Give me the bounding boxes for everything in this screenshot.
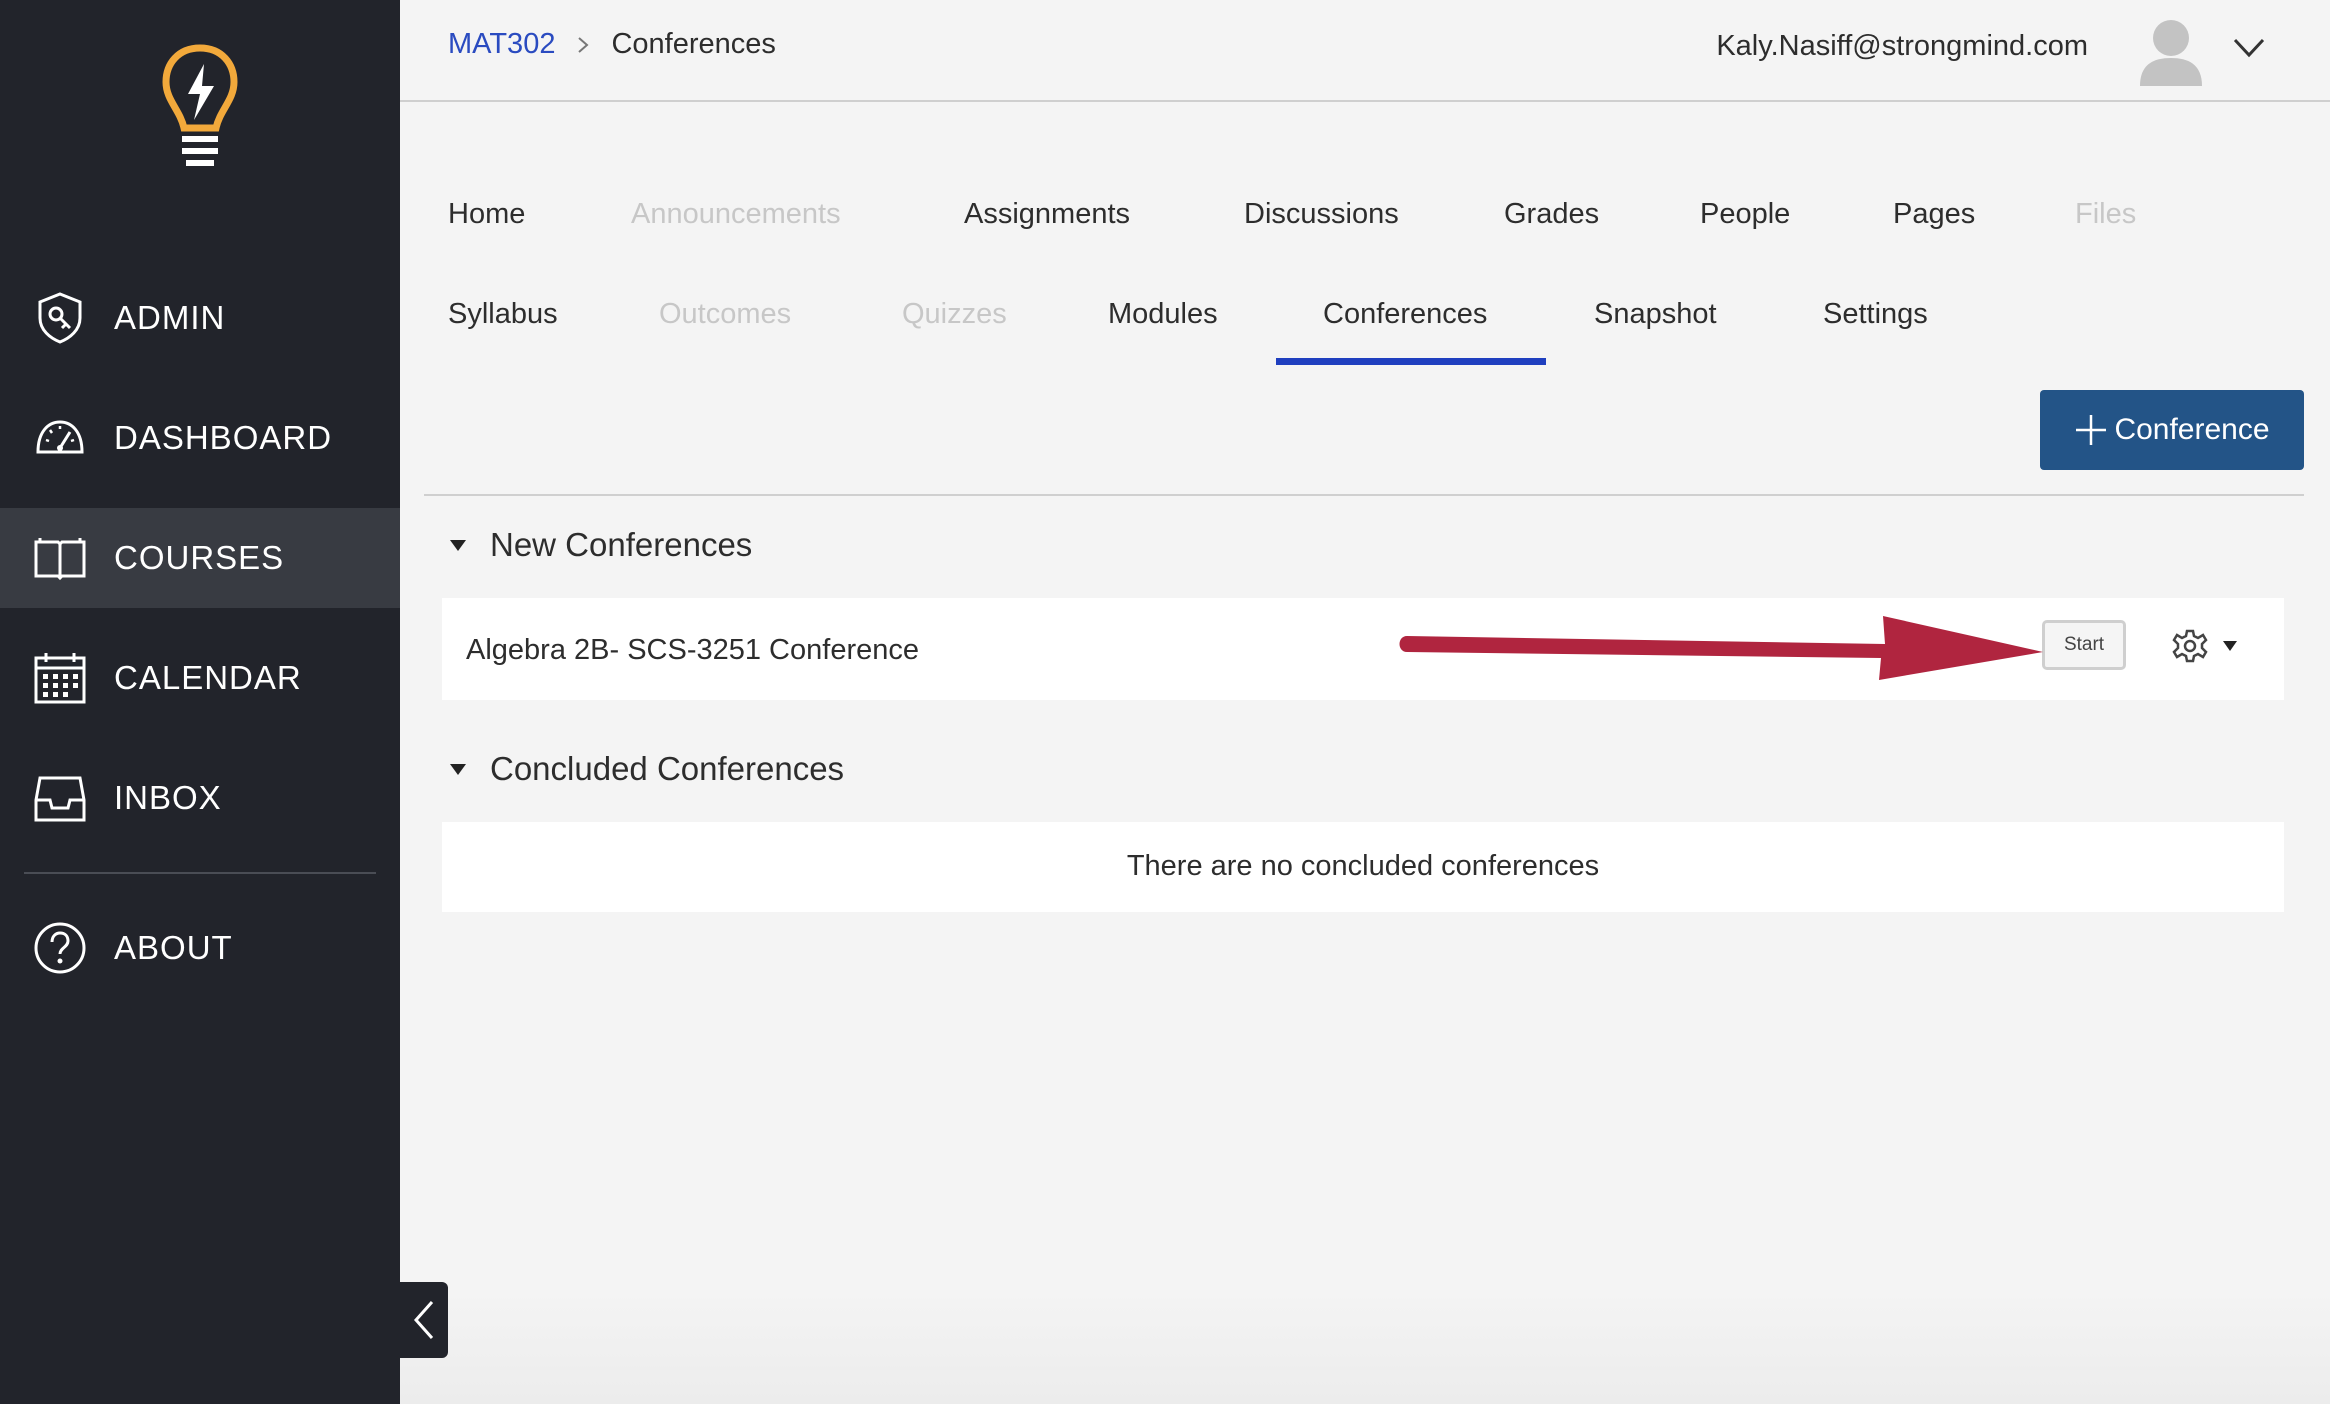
chevron-left-icon: [413, 1301, 434, 1339]
tab-outcomes[interactable]: Outcomes: [659, 298, 791, 331]
tab-syllabus[interactable]: Syllabus: [448, 298, 558, 331]
sidebar-item-label: CALENDAR: [114, 659, 302, 696]
tab-quizzes[interactable]: Quizzes: [902, 298, 1007, 331]
sidebar-item-label: ABOUT: [114, 929, 233, 966]
new-conferences-title: New Conferences: [490, 526, 753, 563]
sidebar-item-label: DASHBOARD: [114, 419, 333, 456]
concluded-conferences-toggle[interactable]: Concluded Conferences: [448, 750, 844, 788]
book-icon: [34, 538, 86, 581]
shield-key-icon: [38, 292, 82, 344]
caret-down-icon: [450, 540, 466, 551]
tab-conferences[interactable]: Conferences: [1323, 298, 1487, 331]
sidebar-item-admin[interactable]: ADMIN: [0, 268, 400, 368]
sidebar-collapse-button[interactable]: [398, 1282, 448, 1358]
sidebar: ADMIN DASHBOARD COURSES CALENDAR INBOX A…: [0, 0, 400, 1404]
sidebar-item-courses[interactable]: COURSES: [0, 508, 400, 608]
breadcrumb-course-link[interactable]: MAT302: [448, 28, 555, 61]
tab-pages[interactable]: Pages: [1893, 198, 1975, 231]
help-circle-icon: [34, 922, 86, 974]
conference-name: Algebra 2B- SCS-3251 Conference: [466, 634, 919, 666]
inbox-icon: [34, 776, 86, 822]
user-email: Kaly.Nasiff@strongmind.com: [1716, 30, 2088, 62]
breadcrumb: MAT302 Conferences: [448, 28, 776, 61]
tab-grades[interactable]: Grades: [1504, 198, 1599, 231]
avatar-icon[interactable]: [2136, 14, 2206, 86]
gear-icon[interactable]: [2172, 628, 2208, 664]
breadcrumb-current: Conferences: [611, 28, 776, 60]
sidebar-item-calendar[interactable]: CALENDAR: [0, 628, 400, 728]
sidebar-item-label: ADMIN: [114, 299, 226, 336]
start-conference-button[interactable]: Start: [2042, 620, 2126, 670]
calendar-icon: [34, 653, 86, 704]
sidebar-item-about[interactable]: ABOUT: [0, 898, 400, 998]
chevron-right-icon: [578, 36, 589, 53]
sidebar-item-label: INBOX: [114, 779, 222, 816]
active-tab-indicator: [1276, 358, 1546, 365]
tab-modules[interactable]: Modules: [1108, 298, 1218, 331]
sidebar-divider: [24, 872, 376, 874]
tab-announcements[interactable]: Announcements: [631, 198, 841, 231]
plus-icon: [2076, 415, 2107, 445]
speedometer-icon: [36, 420, 84, 454]
add-conference-label: Conference: [2114, 413, 2270, 446]
tab-files[interactable]: Files: [2075, 198, 2136, 231]
sidebar-item-label: COURSES: [114, 539, 285, 576]
lightbulb-logo-icon: [162, 44, 238, 166]
empty-state-text: There are no concluded conferences: [1126, 850, 1600, 882]
content-divider: [424, 494, 2304, 496]
concluded-empty-row: There are no concluded conferences: [442, 822, 2284, 912]
page-bottom: [400, 1290, 2330, 1404]
tab-snapshot[interactable]: Snapshot: [1594, 298, 1717, 331]
caret-down-icon[interactable]: [2222, 640, 2238, 652]
tab-settings[interactable]: Settings: [1823, 298, 1928, 331]
top-header: MAT302 Conferences Kaly.Nasiff@strongmin…: [400, 0, 2330, 102]
caret-down-icon: [450, 764, 466, 775]
concluded-conferences-title: Concluded Conferences: [490, 750, 845, 787]
add-conference-button[interactable]: Conference: [2040, 390, 2304, 470]
sidebar-item-dashboard[interactable]: DASHBOARD: [0, 388, 400, 488]
new-conferences-toggle[interactable]: New Conferences: [448, 526, 752, 564]
annotation-arrow: [1399, 616, 2043, 680]
chevron-down-icon[interactable]: [2232, 34, 2266, 62]
tab-home[interactable]: Home: [448, 198, 525, 231]
tab-people[interactable]: People: [1700, 198, 1790, 231]
tab-discussions[interactable]: Discussions: [1244, 198, 1399, 231]
sidebar-item-inbox[interactable]: INBOX: [0, 748, 400, 848]
tab-assignments[interactable]: Assignments: [964, 198, 1130, 231]
